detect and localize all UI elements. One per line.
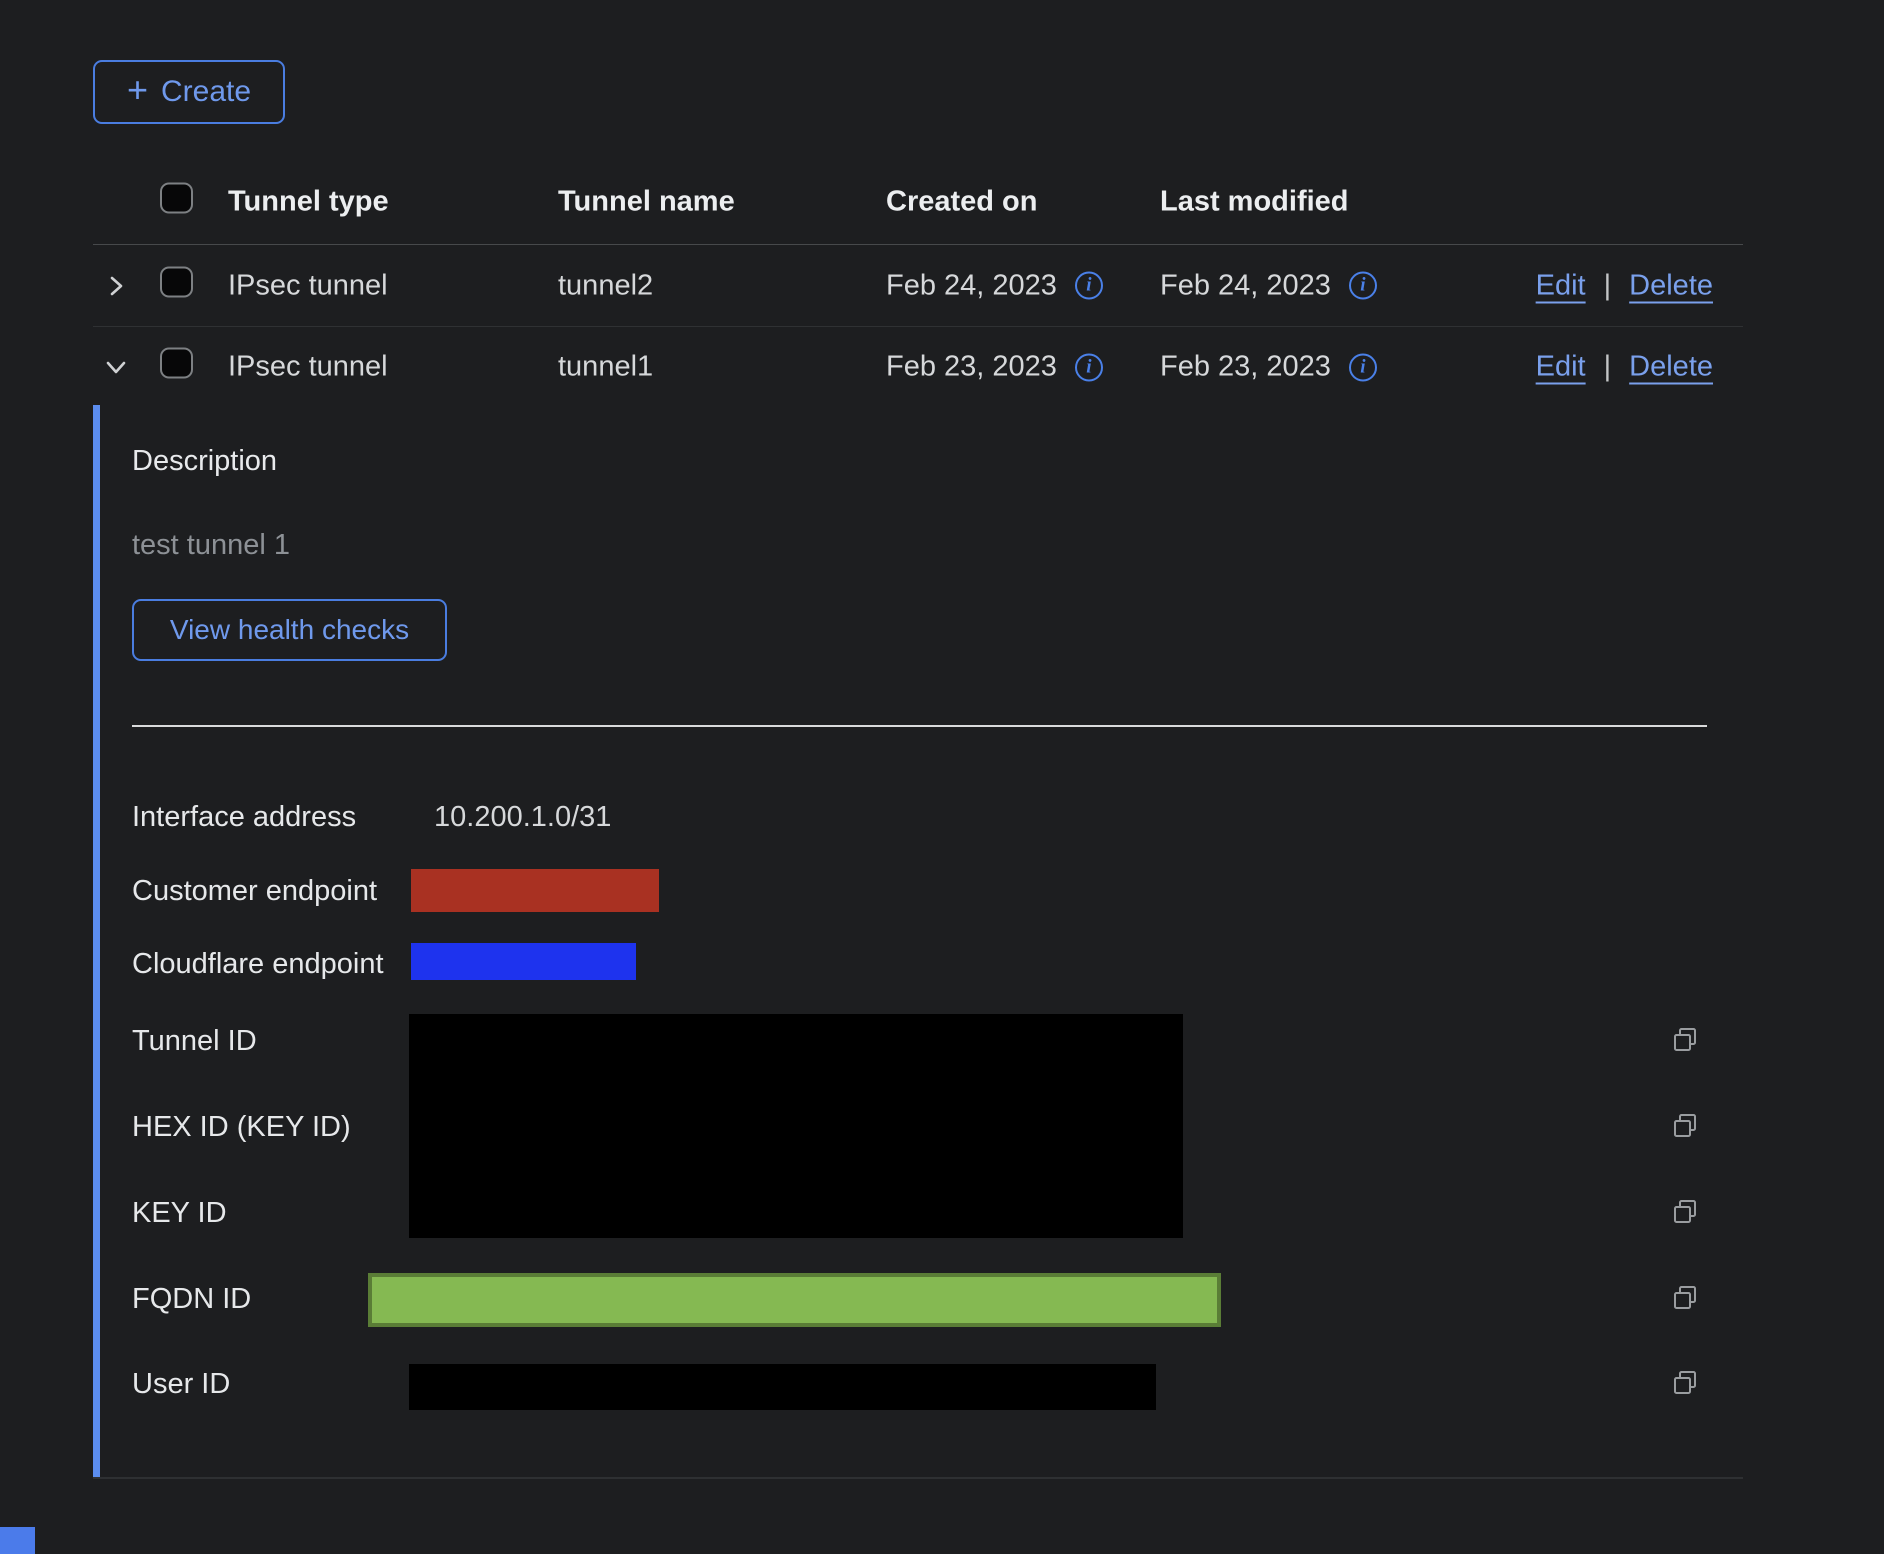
partial-blue-element	[0, 1527, 35, 1554]
last-modified-date: Feb 23, 2023	[1160, 351, 1331, 384]
created-on-date: Feb 24, 2023	[886, 269, 1057, 302]
view-health-checks-button[interactable]: View health checks	[132, 599, 447, 661]
chevron-right-icon[interactable]	[102, 272, 130, 300]
row-actions: Edit | Delete	[1536, 269, 1713, 302]
header-tunnel-type: Tunnel type	[228, 186, 389, 219]
created-on-date: Feb 23, 2023	[886, 351, 1057, 384]
plus-icon: +	[127, 72, 148, 108]
tunnel-name-cell: tunnel1	[558, 351, 653, 384]
key-id-label: KEY ID	[132, 1197, 227, 1230]
table-row-tunnel1: IPsec tunnel tunnel1 Feb 23, 2023 Feb 23…	[93, 327, 1743, 407]
fqdn-id-label: FQDN ID	[132, 1283, 251, 1316]
info-icon[interactable]	[1075, 272, 1103, 300]
panel-accent-bar	[93, 405, 100, 1477]
row-actions: Edit | Delete	[1536, 351, 1713, 384]
user-id-label: User ID	[132, 1368, 230, 1401]
header-created-on: Created on	[886, 186, 1037, 219]
divider	[132, 725, 1707, 727]
select-all-checkbox[interactable]	[160, 183, 193, 214]
cloudflare-endpoint-label: Cloudflare endpoint	[132, 948, 384, 981]
last-modified-cell: Feb 24, 2023	[1160, 269, 1377, 302]
header-last-modified: Last modified	[1160, 186, 1349, 219]
info-icon[interactable]	[1349, 353, 1377, 381]
select-row-checkbox[interactable]	[160, 266, 193, 297]
last-modified-cell: Feb 23, 2023	[1160, 351, 1377, 384]
actions-separator: |	[1604, 269, 1612, 302]
header-tunnel-name: Tunnel name	[558, 186, 735, 219]
copy-icon[interactable]	[1671, 1026, 1699, 1054]
create-button-label: Create	[161, 75, 251, 109]
created-on-cell: Feb 23, 2023	[886, 351, 1103, 384]
edit-link[interactable]: Edit	[1536, 269, 1586, 302]
description-value: test tunnel 1	[132, 529, 290, 562]
actions-separator: |	[1604, 351, 1612, 384]
divider	[93, 1477, 1743, 1479]
interface-address-label: Interface address	[132, 801, 356, 834]
table-header-row: Tunnel type Tunnel name Created on Last …	[93, 160, 1743, 245]
created-on-cell: Feb 24, 2023	[886, 269, 1103, 302]
copy-icon[interactable]	[1671, 1198, 1699, 1226]
copy-icon[interactable]	[1671, 1284, 1699, 1312]
tunnel-id-label: Tunnel ID	[132, 1025, 257, 1058]
tunnel-type-cell: IPsec tunnel	[228, 269, 388, 302]
tunnel-name-cell: tunnel2	[558, 269, 653, 302]
table-row-tunnel2: IPsec tunnel tunnel2 Feb 24, 2023 Feb 24…	[93, 245, 1743, 327]
select-row-checkbox[interactable]	[160, 348, 193, 379]
hex-id-label: HEX ID (KEY ID)	[132, 1111, 351, 1144]
info-icon[interactable]	[1349, 272, 1377, 300]
copy-icon[interactable]	[1671, 1112, 1699, 1140]
info-icon[interactable]	[1075, 353, 1103, 381]
interface-address-value: 10.200.1.0/31	[434, 801, 611, 834]
ids-redacted-values	[409, 1014, 1183, 1238]
description-label: Description	[132, 445, 277, 478]
fqdn-id-redacted-value	[368, 1273, 1221, 1327]
customer-endpoint-redacted-value	[411, 869, 659, 912]
tunnel-detail-panel: Description test tunnel 1 View health ch…	[93, 405, 1743, 1477]
create-button[interactable]: + Create	[93, 60, 285, 124]
delete-link[interactable]: Delete	[1629, 269, 1713, 302]
last-modified-date: Feb 24, 2023	[1160, 269, 1331, 302]
chevron-down-icon[interactable]	[102, 353, 130, 381]
copy-icon[interactable]	[1671, 1369, 1699, 1397]
tunnel-type-cell: IPsec tunnel	[228, 351, 388, 384]
customer-endpoint-label: Customer endpoint	[132, 875, 377, 908]
tunnels-table: Tunnel type Tunnel name Created on Last …	[93, 160, 1743, 407]
user-id-redacted-value	[409, 1364, 1156, 1410]
edit-link[interactable]: Edit	[1536, 351, 1586, 384]
cloudflare-endpoint-redacted-value	[411, 943, 636, 980]
delete-link[interactable]: Delete	[1629, 351, 1713, 384]
tunnels-page: + Create Tunnel type Tunnel name Created…	[0, 0, 1884, 1554]
